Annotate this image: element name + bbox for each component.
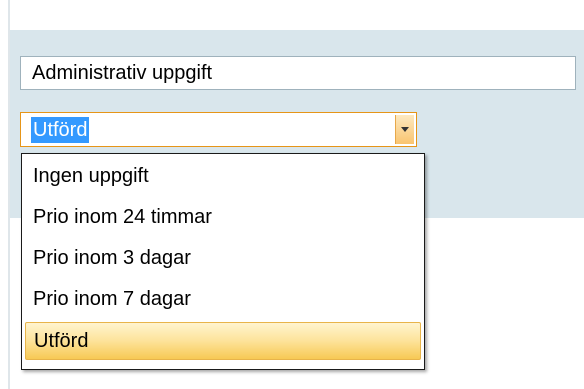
dropdown-option-prio-7-dagar[interactable]: Prio inom 7 dagar [25,279,421,320]
task-title-input[interactable]: Administrativ uppgift [20,56,576,90]
dropdown-option-prio-3-dagar[interactable]: Prio inom 3 dagar [25,238,421,279]
status-select[interactable]: Utförd [20,112,417,147]
dropdown-option-prio-24-timmar[interactable]: Prio inom 24 timmar [25,197,421,238]
chevron-down-icon [401,127,409,132]
status-select-value: Utförd [31,117,90,143]
dropdown-option-utford[interactable]: Utförd [25,322,421,360]
status-dropdown-list: Ingen uppgift Prio inom 24 timmar Prio i… [21,153,425,370]
dropdown-option-ingen-uppgift[interactable]: Ingen uppgift [25,156,421,197]
dropdown-arrow-button[interactable] [395,115,414,144]
